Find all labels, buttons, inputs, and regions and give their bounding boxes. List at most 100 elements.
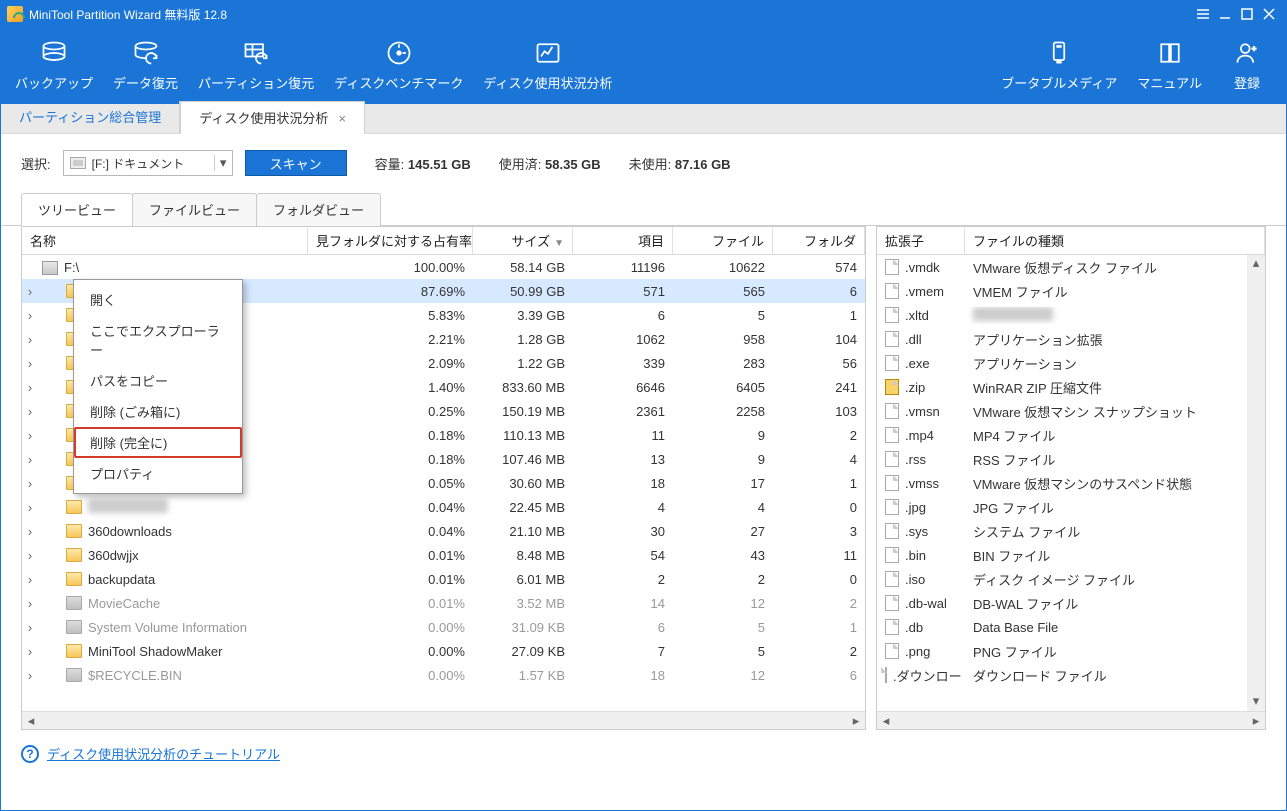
- expand-icon[interactable]: ›: [22, 668, 38, 683]
- tool-usage-analysis[interactable]: ディスク使用状況分析: [473, 35, 622, 98]
- drive-select[interactable]: [F:] ドキュメント ▾: [63, 150, 233, 176]
- ext-row[interactable]: .jpgJPG ファイル: [877, 495, 1265, 519]
- row-items: 1062: [573, 332, 673, 347]
- ext-name: .ダウンロード: [893, 666, 965, 685]
- expand-icon[interactable]: ›: [22, 644, 38, 659]
- col-items[interactable]: 項目: [573, 227, 673, 254]
- tutorial-link[interactable]: ディスク使用状況分析のチュートリアル: [47, 744, 280, 763]
- capacity-stat: 容量: 145.51 GB: [375, 154, 471, 173]
- expand-icon[interactable]: ›: [22, 428, 38, 443]
- col-size[interactable]: サイズ▼: [473, 227, 573, 254]
- scroll-left-icon[interactable]: ◂: [877, 713, 895, 729]
- view-tab[interactable]: ツリービュー: [21, 193, 133, 226]
- ctx-item[interactable]: プロパティ: [74, 458, 242, 489]
- col-name[interactable]: 名称: [22, 227, 308, 254]
- scroll-left-icon[interactable]: ◂: [22, 713, 40, 729]
- ext-row[interactable]: .mp4MP4 ファイル: [877, 423, 1265, 447]
- ext-row[interactable]: .ダウンロードダウンロード ファイル: [877, 663, 1265, 687]
- main-tab[interactable]: パーティション総合管理: [1, 101, 180, 134]
- tool-disk-bench[interactable]: ディスクベンチマーク: [324, 35, 473, 98]
- row-folders: 2: [773, 644, 865, 659]
- expand-icon[interactable]: ›: [22, 404, 38, 419]
- tree-row[interactable]: ›360downloads0.04%21.10 MB30273: [22, 519, 865, 543]
- tree-row[interactable]: F:\100.00%58.14 GB1119610622574: [22, 255, 865, 279]
- hamburger-icon[interactable]: [1192, 3, 1214, 25]
- maximize-button[interactable]: [1236, 3, 1258, 25]
- col-files[interactable]: ファイル: [673, 227, 773, 254]
- ext-row[interactable]: .db-walDB-WAL ファイル: [877, 591, 1265, 615]
- file-icon: [885, 643, 899, 659]
- tree-row[interactable]: ›backupdata0.01%6.01 MB220: [22, 567, 865, 591]
- ext-row[interactable]: .zipWinRAR ZIP 圧縮文件: [877, 375, 1265, 399]
- ext-row[interactable]: .dllアプリケーション拡張: [877, 327, 1265, 351]
- expand-icon[interactable]: ›: [22, 476, 38, 491]
- ext-type: VMware 仮想ディスク ファイル: [965, 258, 1265, 277]
- ext-hscroll[interactable]: ◂▸: [877, 711, 1265, 729]
- ext-type: RSS ファイル: [965, 450, 1265, 469]
- tree-row[interactable]: ›System Volume Information0.00%31.09 KB6…: [22, 615, 865, 639]
- tree-row[interactable]: ›0.04%22.45 MB440: [22, 495, 865, 519]
- ext-row[interactable]: .binBIN ファイル: [877, 543, 1265, 567]
- ext-vscroll[interactable]: ▴▾: [1247, 255, 1265, 711]
- tool-data-recovery[interactable]: データ復元: [103, 35, 188, 98]
- col-type[interactable]: ファイルの種類: [965, 227, 1265, 254]
- scroll-up-icon[interactable]: ▴: [1247, 255, 1265, 273]
- tool-backup[interactable]: バックアップ: [5, 35, 103, 98]
- expand-icon[interactable]: ›: [22, 332, 38, 347]
- ctx-item[interactable]: 削除 (ごみ箱に): [74, 396, 242, 427]
- tool-bootable-media[interactable]: ブータブルメディア: [991, 35, 1127, 98]
- ext-row[interactable]: .isoディスク イメージ ファイル: [877, 567, 1265, 591]
- ext-row[interactable]: .dbData Base File: [877, 615, 1265, 639]
- tree-row[interactable]: ›MovieCache0.01%3.52 MB14122: [22, 591, 865, 615]
- ext-row[interactable]: .vmsnVMware 仮想マシン スナップショット: [877, 399, 1265, 423]
- col-pct[interactable]: 見フォルダに対する占有率: [308, 227, 473, 254]
- tab-close-icon[interactable]: ×: [338, 111, 346, 126]
- tool-partition-recovery[interactable]: パーティション復元: [188, 35, 324, 98]
- tree-row[interactable]: ›$RECYCLE.BIN0.00%1.57 KB18126: [22, 663, 865, 687]
- expand-icon[interactable]: ›: [22, 548, 38, 563]
- ext-row[interactable]: .pngPNG ファイル: [877, 639, 1265, 663]
- ctx-item[interactable]: 削除 (完全に): [74, 427, 242, 458]
- ctx-item[interactable]: 開く: [74, 284, 242, 315]
- ext-body[interactable]: .vmdkVMware 仮想ディスク ファイル.vmemVMEM ファイル.xl…: [877, 255, 1265, 711]
- ext-row[interactable]: .vmssVMware 仮想マシンのサスペンド状態: [877, 471, 1265, 495]
- expand-icon[interactable]: ›: [22, 524, 38, 539]
- scroll-down-icon[interactable]: ▾: [1247, 693, 1265, 711]
- tree-row[interactable]: ›360dwjjx0.01%8.48 MB544311: [22, 543, 865, 567]
- expand-icon[interactable]: ›: [22, 356, 38, 371]
- main-tab[interactable]: ディスク使用状況分析×: [180, 101, 365, 134]
- ext-row[interactable]: .exeアプリケーション: [877, 351, 1265, 375]
- expand-icon[interactable]: ›: [22, 620, 38, 635]
- ctx-item[interactable]: パスをコピー: [74, 365, 242, 396]
- view-tab[interactable]: ファイルビュー: [132, 193, 257, 226]
- tree-row[interactable]: ›MiniTool ShadowMaker0.00%27.09 KB752: [22, 639, 865, 663]
- col-ext[interactable]: 拡張子: [877, 227, 965, 254]
- col-folders[interactable]: フォルダ: [773, 227, 865, 254]
- ext-row[interactable]: .vmemVMEM ファイル: [877, 279, 1265, 303]
- scan-button[interactable]: スキャン: [245, 150, 347, 176]
- expand-icon[interactable]: ›: [22, 380, 38, 395]
- ext-row[interactable]: .vmdkVMware 仮想ディスク ファイル: [877, 255, 1265, 279]
- view-tab[interactable]: フォルダビュー: [256, 193, 381, 226]
- ctx-item[interactable]: ここでエクスプローラー: [74, 315, 242, 365]
- tree-body[interactable]: F:\100.00%58.14 GB1119610622574›Win7-328…: [22, 255, 865, 711]
- expand-icon[interactable]: ›: [22, 308, 38, 323]
- row-size: 3.52 MB: [473, 596, 573, 611]
- scroll-right-icon[interactable]: ▸: [847, 713, 865, 729]
- ext-row[interactable]: .sysシステム ファイル: [877, 519, 1265, 543]
- file-icon: [885, 547, 899, 563]
- ext-row[interactable]: .rssRSS ファイル: [877, 447, 1265, 471]
- file-icon: [885, 523, 899, 539]
- tool-manual[interactable]: マニュアル: [1127, 35, 1212, 98]
- tool-register[interactable]: 登録: [1212, 35, 1282, 98]
- scroll-right-icon[interactable]: ▸: [1247, 713, 1265, 729]
- tree-hscroll[interactable]: ◂▸: [22, 711, 865, 729]
- expand-icon[interactable]: ›: [22, 452, 38, 467]
- expand-icon[interactable]: ›: [22, 500, 38, 515]
- minimize-button[interactable]: [1214, 3, 1236, 25]
- ext-row[interactable]: .xltd: [877, 303, 1265, 327]
- close-button[interactable]: [1258, 3, 1280, 25]
- expand-icon[interactable]: ›: [22, 284, 38, 299]
- expand-icon[interactable]: ›: [22, 572, 38, 587]
- expand-icon[interactable]: ›: [22, 596, 38, 611]
